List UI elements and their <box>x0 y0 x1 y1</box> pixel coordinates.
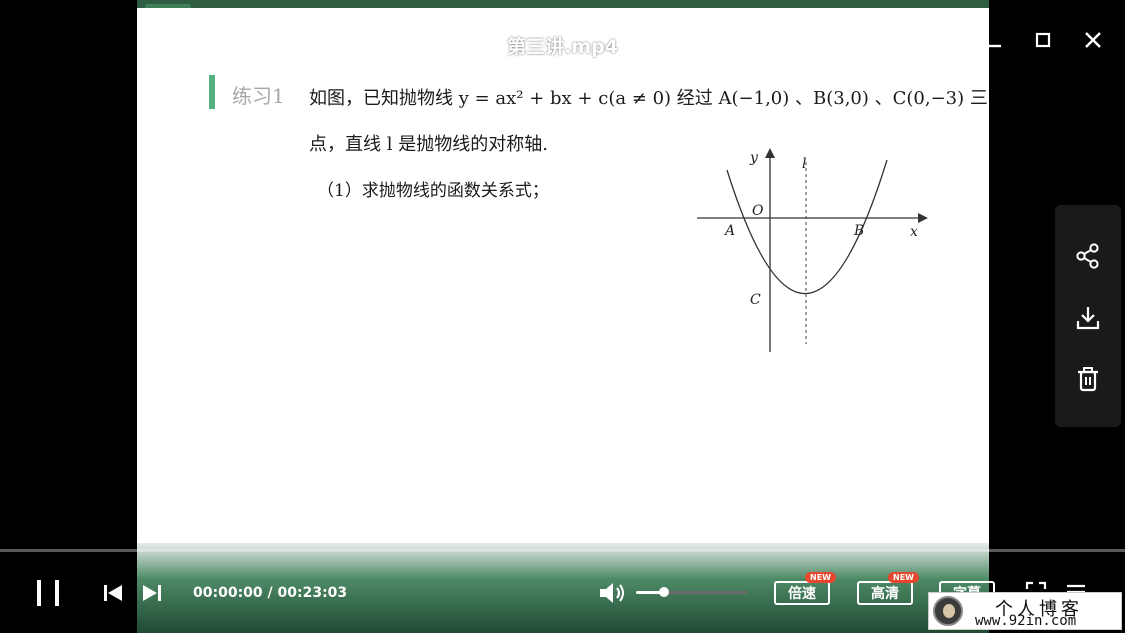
next-button[interactable] <box>141 582 163 604</box>
window-title: 第三讲.mp4 <box>507 36 618 58</box>
point-a-label: A <box>723 223 735 239</box>
previous-button[interactable] <box>102 582 124 604</box>
problem-question-1: （1）求抛物线的函数关系式； <box>317 181 549 201</box>
side-action-panel <box>1055 205 1121 427</box>
download-icon <box>1076 307 1100 330</box>
pause-icon <box>37 580 59 606</box>
close-icon <box>1085 32 1101 48</box>
quality-label: 高清 <box>871 586 899 602</box>
exercise-marker <box>209 75 215 109</box>
point-c-label: C <box>750 292 761 308</box>
volume-button[interactable] <box>598 580 626 606</box>
share-icon <box>1076 243 1099 269</box>
point-b-label: B <box>853 223 864 239</box>
skip-next-icon <box>143 585 161 601</box>
site-watermark: 个人博客 www.92in.com <box>928 592 1122 630</box>
volume-slider[interactable] <box>636 587 748 597</box>
play-pause-button[interactable] <box>34 578 62 608</box>
speed-button[interactable]: 倍速 NEW <box>774 572 836 605</box>
volume-slider-handle[interactable] <box>659 587 669 597</box>
maximize-icon <box>1035 32 1051 48</box>
skip-previous-icon <box>104 585 122 601</box>
speed-label: 倍速 <box>788 586 816 602</box>
quality-button[interactable]: 高清 NEW <box>857 572 919 605</box>
minimize-icon <box>989 44 1001 48</box>
volume-icon <box>600 583 624 603</box>
close-button[interactable] <box>1078 26 1108 54</box>
speed-new-badge: NEW <box>805 572 836 583</box>
watermark-avatar <box>933 596 963 626</box>
y-axis-label: y <box>749 150 759 166</box>
slide-top-band <box>137 0 989 8</box>
video-frame[interactable]: 练习1 如图，已知抛物线 y = ax² + bx + c(a ≠ 0) 经过 … <box>137 0 989 633</box>
delete-button[interactable] <box>1071 362 1105 396</box>
exercise-label: 练习1 <box>232 84 285 108</box>
origin-label: O <box>752 203 764 219</box>
problem-text-line-1: 如图，已知抛物线 y = ax² + bx + c(a ≠ 0) 经过 A(−1… <box>309 88 988 109</box>
video-player: 练习1 如图，已知抛物线 y = ax² + bx + c(a ≠ 0) 经过 … <box>0 0 1125 633</box>
y-axis-arrow <box>765 148 775 158</box>
watermark-url: www.92in.com <box>975 613 1077 629</box>
trash-icon <box>1078 367 1098 392</box>
time-display: 00:00:00 / 00:23:03 <box>193 585 348 601</box>
problem-text-line-2: 点，直线 l 是抛物线的对称轴. <box>309 134 548 155</box>
download-button[interactable] <box>1071 301 1105 335</box>
x-axis-arrow <box>918 213 928 223</box>
share-button[interactable] <box>1071 239 1105 273</box>
quality-new-badge: NEW <box>888 572 919 583</box>
symmetry-line-label: l <box>802 156 806 172</box>
parabola-graph: y x O l A B C <box>697 148 928 352</box>
x-axis-label: x <box>910 224 918 240</box>
minimize-button[interactable] <box>980 26 1010 54</box>
maximize-button[interactable] <box>1028 26 1058 54</box>
